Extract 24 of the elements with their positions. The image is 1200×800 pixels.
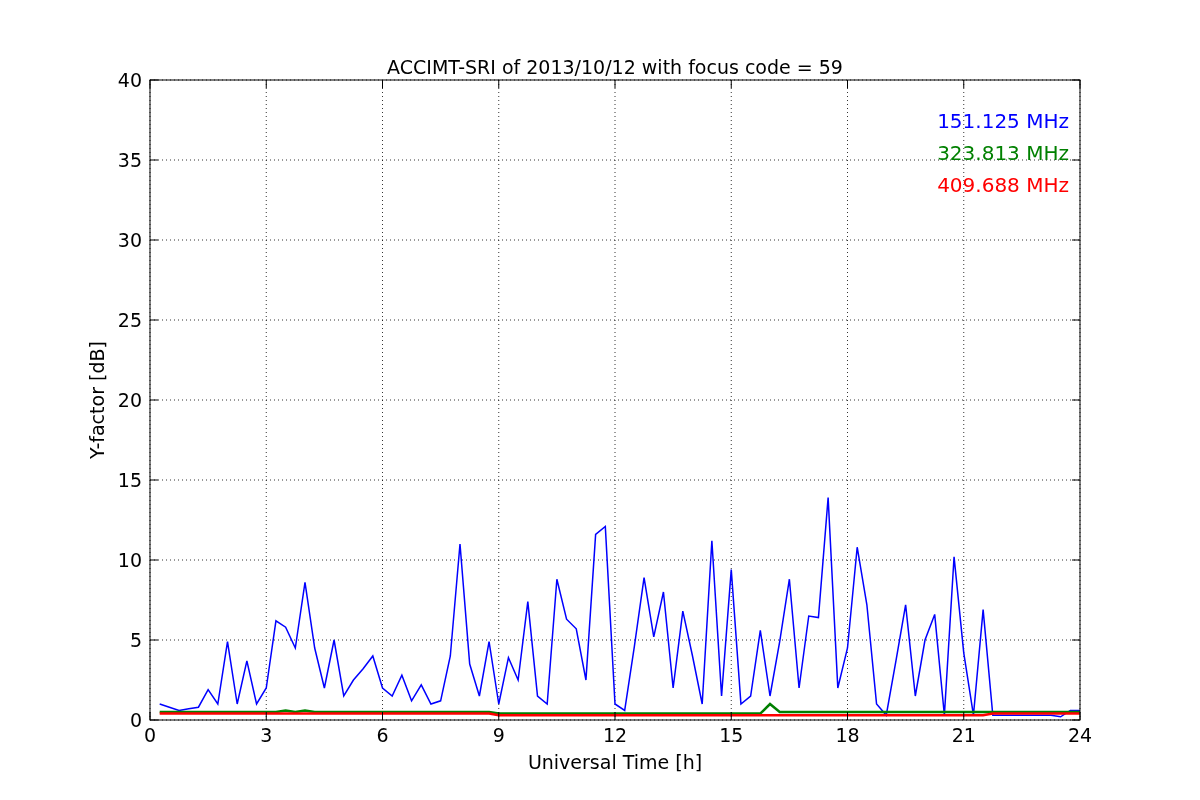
x-tick-label: 21 [951,724,976,746]
x-tick-label: 18 [835,724,860,746]
x-tick-label: 12 [602,724,628,746]
y-tick-label: 10 [117,549,142,571]
y-tick-label: 35 [117,149,142,171]
legend-label: 151.125 MHz [937,109,1069,133]
x-tick-label: 24 [1067,724,1093,746]
y-tick-label: 30 [117,229,142,251]
x-tick-label: 9 [492,724,505,746]
x-tick-label: 6 [376,724,389,746]
y-tick-label: 5 [129,629,142,651]
x-tick-label: 0 [143,724,157,746]
chart-title: ACCIMT-SRI of 2013/10/12 with focus code = 59 [387,56,843,78]
y-axis-label: Y-factor [dB] [86,341,108,459]
y-tick-label: 20 [117,389,142,411]
y-tick-label: 25 [117,309,142,331]
y-tick-label: 0 [129,709,142,731]
x-tick-label: 15 [719,724,744,746]
legend-label: 323.813 MHz [937,141,1069,165]
legend-label: 409.688 MHz [937,173,1069,197]
x-axis-label: Universal Time [h] [527,751,703,773]
y-tick-label: 40 [117,69,142,91]
x-tick-label: 3 [260,724,273,746]
y-tick-label: 15 [117,469,142,491]
